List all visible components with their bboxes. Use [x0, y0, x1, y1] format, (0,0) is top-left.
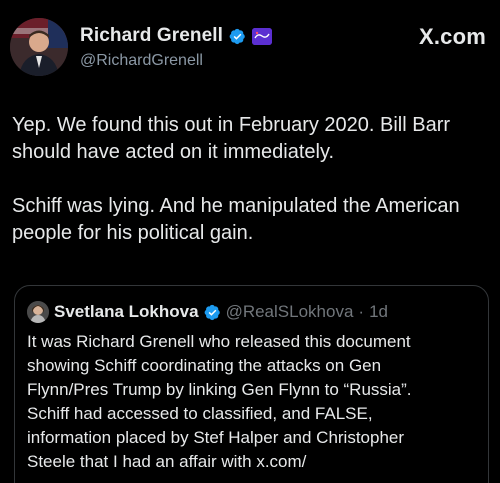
verified-badge-icon: [229, 28, 245, 44]
author-handle[interactable]: @RichardGrenell: [80, 52, 203, 70]
tweet-paragraph: Schiff was lying. And he manipulated the…: [12, 195, 460, 244]
tweet-paragraph: Yep. We found this out in February 2020.…: [12, 114, 451, 163]
author-name-row: Richard Grenell: [80, 25, 272, 47]
quoted-tweet-card[interactable]: Svetlana Lokhova @RealSLokhova · 1d It w…: [14, 285, 489, 483]
quoted-author-avatar[interactable]: [27, 301, 49, 323]
verified-badge-icon: [204, 304, 220, 320]
author-avatar-image: [10, 18, 68, 76]
quoted-author-display-name[interactable]: Svetlana Lokhova: [54, 302, 199, 322]
quoted-meta-separator: ·: [358, 302, 365, 321]
affiliate-badge-icon[interactable]: [252, 27, 272, 45]
author-avatar[interactable]: [10, 18, 68, 76]
quoted-tweet-text: It was Richard Grenell who released this…: [27, 332, 412, 471]
tweet-screenshot: Richard Grenell @RichardGrenell X.com Ye…: [0, 0, 500, 483]
author-display-name[interactable]: Richard Grenell: [80, 25, 223, 47]
quoted-timestamp[interactable]: 1d: [369, 302, 388, 322]
quoted-tweet-header: Svetlana Lokhova @RealSLokhova · 1d: [27, 301, 388, 323]
tweet-text: Yep. We found this out in February 2020.…: [12, 112, 482, 247]
quoted-author-handle[interactable]: @RealSLokhova: [226, 302, 354, 322]
x-brand-logo: X.com: [418, 24, 486, 49]
tweet-header: Richard Grenell @RichardGrenell X.com: [10, 16, 486, 80]
